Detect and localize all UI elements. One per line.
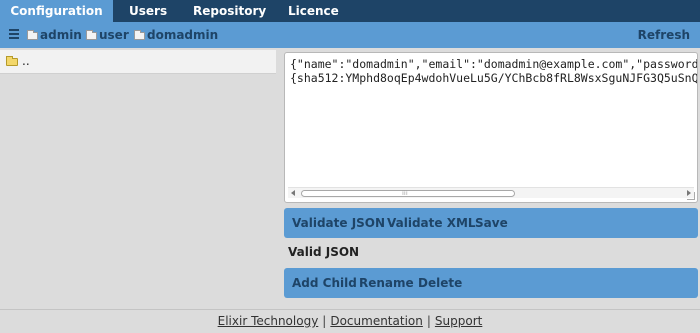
list-item-parent-folder[interactable]: .. bbox=[0, 50, 276, 74]
footer-separator: | bbox=[322, 314, 327, 328]
scroll-left-arrow-icon[interactable] bbox=[291, 190, 295, 196]
rename-button[interactable]: Rename bbox=[359, 275, 414, 291]
editor-content[interactable]: {"name":"domadmin","email":"domadmin@exa… bbox=[290, 57, 698, 85]
validate-json-button[interactable]: Validate JSON bbox=[292, 215, 385, 231]
list-item-label: .. bbox=[22, 54, 30, 68]
json-editor[interactable]: {"name":"domadmin","email":"domadmin@exa… bbox=[284, 52, 698, 203]
folder-icon bbox=[6, 56, 18, 66]
footer-link-elixir-technology[interactable]: Elixir Technology bbox=[218, 314, 319, 328]
validate-xml-button[interactable]: Validate XML bbox=[387, 215, 476, 231]
add-child-button[interactable]: Add Child bbox=[292, 275, 357, 291]
tab-configuration[interactable]: Configuration bbox=[0, 0, 113, 22]
tab-repository[interactable]: Repository bbox=[193, 0, 266, 22]
save-button[interactable]: Save bbox=[475, 215, 508, 231]
resize-handle-icon[interactable] bbox=[687, 192, 695, 200]
horizontal-scrollbar[interactable]: ⁞⁞⁞ bbox=[288, 187, 694, 198]
breadcrumb-item-user[interactable]: user bbox=[86, 27, 129, 43]
tab-licence[interactable]: Licence bbox=[288, 0, 339, 22]
top-nav-bar: Configuration Users Repository Licence bbox=[0, 0, 700, 22]
footer-link-support[interactable]: Support bbox=[435, 314, 482, 328]
refresh-button[interactable]: Refresh bbox=[638, 27, 690, 43]
footer-link-documentation[interactable]: Documentation bbox=[330, 314, 423, 328]
editor-line: {sha512:YMphd8oqEp4wdohVueLu5G/YChBcb8fR… bbox=[290, 71, 698, 85]
breadcrumb-label: admin bbox=[40, 28, 82, 42]
footer-separator: | bbox=[426, 314, 431, 328]
validation-status: Valid JSON bbox=[288, 245, 360, 259]
breadcrumb-item-admin[interactable]: admin bbox=[27, 27, 82, 43]
breadcrumb-item-domadmin[interactable]: domadmin bbox=[134, 27, 218, 43]
folder-icon bbox=[27, 30, 38, 40]
folder-icon bbox=[86, 30, 97, 40]
delete-button[interactable]: Delete bbox=[418, 275, 462, 291]
breadcrumb: admin user domadmin Refresh bbox=[0, 22, 700, 48]
footer: Elixir Technology | Documentation | Support bbox=[0, 309, 700, 333]
breadcrumb-label: domadmin bbox=[147, 28, 219, 42]
tab-users[interactable]: Users bbox=[129, 0, 167, 22]
editor-line: {"name":"domadmin","email":"domadmin@exa… bbox=[290, 57, 698, 71]
node-toolbar: Add Child Rename Delete bbox=[284, 268, 698, 298]
menu-icon[interactable] bbox=[9, 29, 19, 39]
folder-icon bbox=[134, 30, 145, 40]
breadcrumb-label: user bbox=[99, 28, 129, 42]
validate-toolbar: Validate JSON Validate XML Save bbox=[284, 208, 698, 238]
scrollbar-thumb[interactable]: ⁞⁞⁞ bbox=[301, 190, 515, 197]
